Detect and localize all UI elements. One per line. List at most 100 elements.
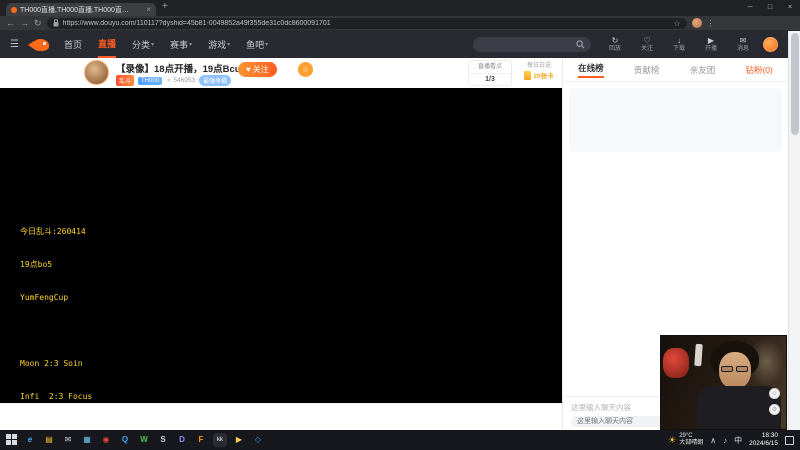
- sun-icon: ☀: [668, 434, 677, 445]
- douyu-logo-icon[interactable]: [27, 38, 52, 52]
- chat-placeholder-text: 这里输入聊天内容: [571, 403, 631, 412]
- follow-nav-button[interactable]: ♡ 关注: [635, 36, 659, 53]
- taskbar-clock[interactable]: 18:30 2024/6/15: [749, 432, 778, 448]
- nav-item-home[interactable]: 首页: [64, 31, 82, 58]
- site-nav: 首页 直播 分类 ▾ 赛事 ▾ 游戏 ▾ 鱼吧 ▾: [64, 31, 268, 58]
- clock-date: 2024/6/15: [749, 440, 778, 447]
- browser-profile-avatar[interactable]: [691, 18, 702, 28]
- taskbar-icon-kk[interactable]: kk: [213, 433, 227, 447]
- window-maximize-button[interactable]: □: [760, 0, 780, 16]
- go-live-button[interactable]: ▶ 开播: [699, 36, 723, 53]
- nav-item-yuba[interactable]: 鱼吧 ▾: [246, 31, 268, 58]
- taskbar-icon-file-explorer[interactable]: ▤: [42, 433, 56, 447]
- daily-card-widget[interactable]: 每日白送 20张卡: [518, 62, 560, 82]
- new-tab-button[interactable]: +: [162, 1, 168, 12]
- taskbar-icon-firefox[interactable]: F: [194, 433, 208, 447]
- browser-tab-strip: TH000直播,TH000直播,TH000直… × + ─ □ ×: [0, 0, 800, 16]
- volume-icon[interactable]: ♪: [723, 436, 727, 445]
- replay-button[interactable]: ↻ 回放: [603, 36, 627, 53]
- event-badge: 最强争霸: [199, 75, 232, 86]
- scrollbar-thumb[interactable]: [791, 33, 799, 135]
- taskbar-icon-store[interactable]: ▦: [80, 433, 94, 447]
- search-input[interactable]: [473, 37, 591, 52]
- taskbar-icon-wechat[interactable]: W: [137, 433, 151, 447]
- webcam-red-object: [663, 348, 689, 378]
- browser-tab[interactable]: TH000直播,TH000直播,TH000直… ×: [6, 3, 156, 16]
- remind-button[interactable]: ☆: [298, 62, 313, 77]
- window-controls: ─ □ ×: [740, 0, 800, 16]
- replay-icon: ↻: [611, 36, 619, 45]
- url-box[interactable]: https://www.douyu.com/110117?dyshid=45b8…: [46, 17, 687, 29]
- page-scrollbar[interactable]: [788, 31, 800, 430]
- taskbar-icon-vscode[interactable]: ◇: [251, 433, 265, 447]
- streamer-avatar[interactable]: [84, 60, 109, 85]
- video-player[interactable]: 今日乱斗:260414 19点bo5 YumFengCup Moon 2:3 S…: [0, 88, 562, 430]
- window-close-button[interactable]: ×: [780, 0, 800, 16]
- card-icon: [524, 71, 532, 80]
- tab-diamond-fans[interactable]: 钻粉(0): [745, 64, 772, 76]
- chevron-down-icon: ▾: [189, 42, 193, 48]
- browser-address-bar: ← → ↻ https://www.douyu.com/110117?dyshi…: [0, 16, 800, 31]
- highlight-page-indicator: 1/3: [485, 76, 495, 83]
- heart-icon: ♥: [246, 65, 251, 74]
- clock-time: 18:30: [761, 432, 778, 439]
- system-tray: ☀ 29°C 大部晴朗 ∧ ♪ 中 18:30 2024/6/15: [668, 432, 794, 448]
- url-text[interactable]: https://www.douyu.com/110117?dyshid=45b8…: [63, 20, 670, 27]
- header-actions: ↻ 回放 ♡ 关注 ↓ 下载 ▶ 开播 ✉ 消息: [603, 36, 755, 53]
- tab-close-icon[interactable]: ×: [146, 5, 151, 14]
- taskbar-icon-edge[interactable]: e: [23, 433, 37, 447]
- nav-item-games[interactable]: 游戏 ▾: [208, 31, 230, 58]
- download-button[interactable]: ↓ 下载: [667, 36, 691, 53]
- streamer-glasses: [721, 366, 733, 372]
- tray-expand-icon[interactable]: ∧: [710, 436, 716, 445]
- site-header: ☰ 首页 直播 分类 ▾ 赛事 ▾ 游戏 ▾ 鱼吧 ▾ ↻ 回放 ♡ 关注 ↓ 下载 ▶ 开播 …: [0, 31, 788, 58]
- taskbar-icon-qq[interactable]: Q: [118, 433, 132, 447]
- taskbar-icon-chrome[interactable]: ◉: [99, 433, 113, 447]
- heat-icon: ★: [166, 78, 172, 84]
- broadcast-icon: ▶: [707, 36, 715, 45]
- window-minimize-button[interactable]: ─: [740, 0, 760, 16]
- follow-button[interactable]: ♥ 关注: [238, 62, 277, 77]
- refresh-button[interactable]: ↻: [34, 16, 42, 30]
- stream-badges: 乱斗 TH000 ★ 546953 最强争霸: [116, 75, 232, 86]
- weather-desc: 大部晴朗: [679, 440, 704, 446]
- player-bottom-bar: [0, 403, 562, 430]
- emoji-float-icon[interactable]: ☺: [769, 388, 780, 399]
- stream-overlay-text: 今日乱斗:260414 19点bo5 YumFengCup Moon 2:3 S…: [20, 227, 93, 430]
- start-button[interactable]: [6, 434, 18, 446]
- highlight-pager[interactable]: 直播看点 1/3: [468, 60, 512, 86]
- taskbar-icon-mail[interactable]: ✉: [61, 433, 75, 447]
- stream-title: 【录像】18点开播，19点Bcup~: [116, 64, 252, 75]
- forward-button[interactable]: →: [20, 16, 29, 30]
- sidebar-float-buttons: ☺ ⚙: [769, 388, 780, 415]
- settings-gear-icon[interactable]: ⚙: [769, 404, 780, 415]
- taskbar-icon-potplayer[interactable]: ▶: [232, 433, 246, 447]
- streamer-glasses: [736, 366, 748, 372]
- heat-count: ★ 546953: [166, 77, 196, 84]
- taskbar-icon-discord[interactable]: D: [175, 433, 189, 447]
- nav-item-esports[interactable]: 赛事 ▾: [170, 31, 192, 58]
- chevron-down-icon: ▾: [151, 42, 155, 48]
- tab-contribution-rank[interactable]: 贡献榜: [634, 64, 660, 76]
- tab-fan-group[interactable]: 亲友团: [690, 64, 716, 76]
- action-center-icon[interactable]: [785, 435, 794, 445]
- tab-title: TH000直播,TH000直播,TH000直…: [20, 6, 129, 14]
- user-avatar[interactable]: [763, 37, 778, 52]
- page-content: ☰ 首页 直播 分类 ▾ 赛事 ▾ 游戏 ▾ 鱼吧 ▾ ↻ 回放 ♡ 关注 ↓ 下载 ▶ 开播 …: [0, 31, 788, 430]
- bookmark-star-icon[interactable]: ☆: [673, 19, 680, 28]
- chevron-down-icon: ▾: [227, 42, 231, 48]
- taskbar-icon-steam[interactable]: S: [156, 433, 170, 447]
- browser-menu-icon[interactable]: ⋮: [707, 19, 715, 28]
- webcam-overlay[interactable]: [660, 335, 787, 430]
- ime-indicator[interactable]: 中: [734, 435, 742, 446]
- fan-badge: TH000: [138, 76, 163, 85]
- webcam-bottle: [694, 343, 703, 367]
- nav-item-categories[interactable]: 分类 ▾: [132, 31, 154, 58]
- tab-online-rank[interactable]: 在线榜: [578, 62, 604, 78]
- hamburger-menu-icon[interactable]: ☰: [10, 39, 19, 50]
- weather-widget[interactable]: ☀ 29°C 大部晴朗: [668, 433, 703, 447]
- back-button[interactable]: ←: [6, 16, 15, 30]
- nav-item-live[interactable]: 直播: [97, 31, 116, 58]
- category-badge: 乱斗: [116, 75, 135, 86]
- messages-button[interactable]: ✉ 消息: [731, 36, 755, 53]
